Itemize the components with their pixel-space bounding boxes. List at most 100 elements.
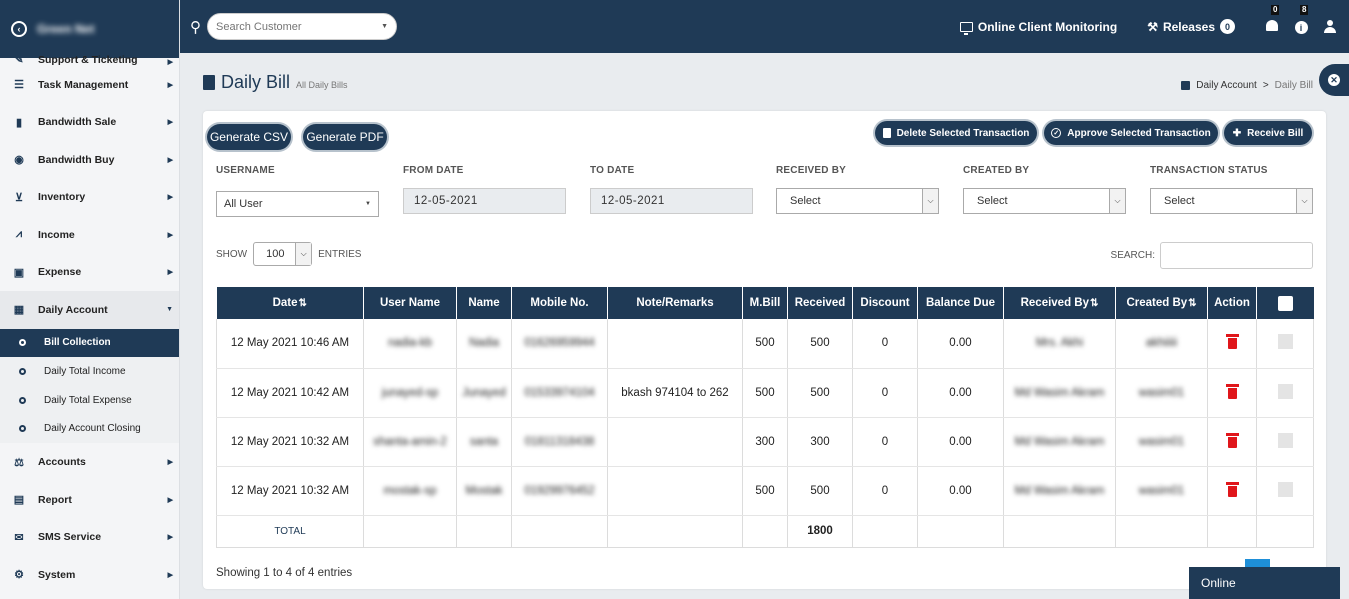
delete-selected-button[interactable]: Delete Selected Transaction <box>875 121 1037 145</box>
entries-select[interactable]: 100 ⌵ <box>253 242 313 266</box>
online-label: Online <box>1201 576 1236 590</box>
col-received-by[interactable]: Received By⇅ <box>1003 287 1116 319</box>
daily-bill-card: Generate CSV Generate PDF Delete Selecte… <box>203 111 1326 589</box>
sidebar: ‹ Green Net ✎ Support & Ticketing ▶ ☰ Ta… <box>0 0 180 599</box>
notifications-button[interactable]: 0 <box>1265 5 1280 34</box>
sidebar-item-support[interactable]: ✎ Support & Ticketing ▶ <box>0 50 179 66</box>
sidebar-item-daily-account[interactable]: ▦ Daily Account ▼ <box>0 291 179 329</box>
receive-bill-label: Receive Bill <box>1247 127 1304 139</box>
envelope-icon: ✉ <box>14 531 24 544</box>
cell-received-by: Md Wasim Akram <box>1003 466 1116 516</box>
delete-row-trash-icon[interactable] <box>1225 334 1239 350</box>
table-row: 12 May 2021 10:46 AM nadia-kb Nadia 0162… <box>216 319 1314 369</box>
search-label: SEARCH: <box>1110 250 1155 261</box>
approve-selected-button[interactable]: ✓ Approve Selected Transaction <box>1044 121 1218 145</box>
customer-search-input[interactable] <box>216 20 376 33</box>
total-received: 1800 <box>787 515 853 548</box>
delete-row-trash-icon[interactable] <box>1225 481 1239 497</box>
sidebar-item-accounts[interactable]: ⚖ Accounts ▶ <box>0 443 179 481</box>
releases-link[interactable]: ⚒ Releases 0 <box>1147 19 1235 34</box>
caret-down-icon: ▼ <box>166 306 173 314</box>
cell-name: santa <box>456 417 512 467</box>
page-title: Daily Bill <box>221 72 291 92</box>
sidebar-subitem-label: Daily Total Expense <box>44 394 132 406</box>
chevron-down-icon: ⌵ <box>295 243 312 265</box>
entries-label: ENTRIES <box>318 248 362 260</box>
sort-icon: ⇅ <box>1188 298 1197 309</box>
cell-username: junayed-sp <box>363 368 457 418</box>
cell-select <box>1256 319 1314 369</box>
table-total-row: TOTAL 1800 <box>216 515 1314 548</box>
row-checkbox[interactable] <box>1277 432 1293 448</box>
username-select[interactable]: All User ▼ <box>216 191 379 217</box>
col-username: User Name <box>363 287 457 319</box>
delete-row-trash-icon[interactable] <box>1225 383 1239 399</box>
sidebar-item-income[interactable]: ⩘ Income ▶ <box>0 216 179 254</box>
caret-right-icon: ▶ <box>167 59 173 66</box>
table-search: SEARCH: <box>1111 242 1313 269</box>
to-date-input[interactable]: 12-05-2021 <box>590 188 753 214</box>
sidebar-item-sms-service[interactable]: ✉ SMS Service ▶ <box>0 518 179 556</box>
user-icon[interactable] <box>1323 20 1337 33</box>
sidebar-item-expense[interactable]: ▣ Expense ▶ <box>0 254 179 292</box>
select-all-checkbox[interactable] <box>1277 295 1293 311</box>
col-date[interactable]: Date⇅ <box>216 287 364 319</box>
chevron-down-icon: ⌵ <box>1296 189 1312 213</box>
caret-right-icon: ▶ <box>167 156 173 164</box>
table-search-input[interactable] <box>1160 242 1313 269</box>
chevron-down-icon: ▼ <box>365 201 371 207</box>
cell-created-by: wasim01 <box>1115 466 1208 516</box>
back-circle-icon[interactable]: ‹ <box>11 21 27 37</box>
sidebar-subitem-daily-total-income[interactable]: Daily Total Income <box>0 357 179 386</box>
table-row: 12 May 2021 10:32 AM shanta-amin-2 santa… <box>216 417 1314 467</box>
receive-bill-button[interactable]: ✚ Receive Bill <box>1224 121 1312 145</box>
row-checkbox[interactable] <box>1277 334 1293 350</box>
from-date-input[interactable]: 12-05-2021 <box>403 188 566 214</box>
cell-balance-due: 0.00 <box>917 368 1004 418</box>
caret-right-icon: ▶ <box>167 534 173 541</box>
entries-value: 100 <box>266 248 285 260</box>
username-label: USERNAME <box>216 165 275 176</box>
generate-pdf-button[interactable]: Generate PDF <box>303 124 387 150</box>
customer-search[interactable]: ▼ <box>207 13 397 40</box>
online-client-monitoring-link[interactable]: Online Client Monitoring <box>959 20 1117 35</box>
sidebar-subitem-bill-collection[interactable]: Bill Collection <box>0 328 179 358</box>
breadcrumb-parent[interactable]: Daily Account <box>1196 80 1257 91</box>
row-checkbox[interactable] <box>1277 481 1293 497</box>
table-row: 12 May 2021 10:32 AM mostak-sp Mostak 01… <box>216 466 1314 516</box>
topbar: ⚲ ▼ Online Client Monitoring ⚒ Releases … <box>180 0 1349 53</box>
info-button[interactable]: i 8 <box>1294 4 1309 35</box>
side-panel-toggle[interactable]: ✕ <box>1319 64 1349 96</box>
sidebar-subitem-daily-total-expense[interactable]: Daily Total Expense <box>0 386 179 415</box>
cell-date: 12 May 2021 10:46 AM <box>216 319 364 369</box>
sidebar-subitem-daily-account-closing[interactable]: Daily Account Closing <box>0 415 179 444</box>
sidebar-item-bandwidth-buy[interactable]: ◉ Bandwidth Buy ▶ <box>0 141 179 179</box>
cell-received-by: Md Wasim Akram <box>1003 368 1116 418</box>
sidebar-item-task-management[interactable]: ☰ Task Management ▶ <box>0 66 179 104</box>
online-chat-widget[interactable]: Online <box>1189 567 1340 599</box>
sidebar-item-label: Inventory <box>38 191 86 204</box>
col-created-by[interactable]: Created By⇅ <box>1115 287 1208 319</box>
topbar-actions: Online Client Monitoring ⚒ Releases 0 0 … <box>959 4 1349 35</box>
sidebar-item-inventory[interactable]: ⊻ Inventory ▶ <box>0 179 179 217</box>
col-created-by-label: Created By <box>1126 297 1188 309</box>
delete-row-trash-icon[interactable] <box>1225 432 1239 448</box>
username-value: All User <box>224 198 263 210</box>
sidebar-item-system[interactable]: ⚙ System ▶ <box>0 556 179 594</box>
circle-icon <box>19 396 26 404</box>
row-checkbox[interactable] <box>1277 383 1293 399</box>
sidebar-item-bandwidth-sale[interactable]: ▮ Bandwidth Sale ▶ <box>0 104 179 142</box>
col-select-all[interactable] <box>1256 287 1314 319</box>
transaction-status-select[interactable]: Select ⌵ <box>1150 188 1313 214</box>
sidebar-item-label: Expense <box>38 266 82 279</box>
cell-mobile: 01811318438 <box>511 417 608 467</box>
cell-date: 12 May 2021 10:32 AM <box>216 417 364 467</box>
created-by-select[interactable]: Select ⌵ <box>963 188 1126 214</box>
received-by-select[interactable]: Select ⌵ <box>776 188 939 214</box>
cell-action <box>1207 319 1257 369</box>
sidebar-item-report[interactable]: ▤ Report ▶ <box>0 481 179 519</box>
generate-csv-button[interactable]: Generate CSV <box>207 124 291 150</box>
delete-selected-label: Delete Selected Transaction <box>896 127 1030 139</box>
chevron-down-icon[interactable]: ▼ <box>381 23 388 30</box>
caret-right-icon: ▶ <box>167 81 173 89</box>
